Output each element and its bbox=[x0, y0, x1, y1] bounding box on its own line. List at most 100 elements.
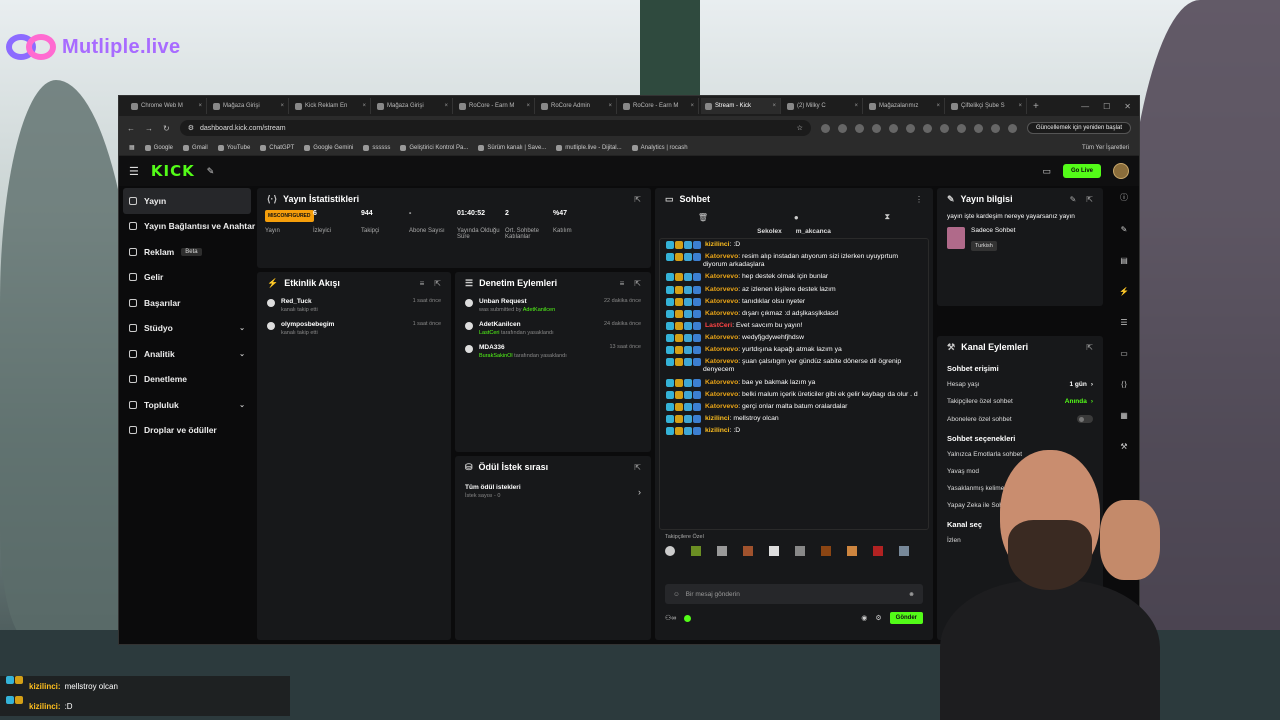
emote-icon[interactable] bbox=[691, 546, 701, 556]
extension-icon[interactable] bbox=[990, 123, 1000, 133]
bookmark-item[interactable]: ssssss bbox=[363, 144, 390, 151]
chat-username[interactable]: kizilinci bbox=[705, 415, 730, 422]
chat-username[interactable]: Katorvevo bbox=[705, 253, 738, 260]
extension-icon[interactable] bbox=[905, 123, 915, 133]
chevron-down-icon[interactable]: ⌄ bbox=[239, 324, 245, 332]
chat-username[interactable]: Katorvevo bbox=[705, 346, 738, 353]
chat-username[interactable]: Katorvevo bbox=[705, 358, 738, 365]
new-tab-button[interactable]: + bbox=[1033, 101, 1039, 112]
chat-settings-bubble-icon[interactable]: ◉ bbox=[861, 614, 867, 622]
sidebar-item[interactable]: Stüdyo ⌄ bbox=[123, 316, 251, 342]
users-icon[interactable]: ⚇∞ bbox=[665, 614, 676, 622]
sidebar-item[interactable]: Yayın bbox=[123, 188, 251, 214]
popout-icon[interactable]: ⇱ bbox=[1086, 343, 1093, 352]
tab-close-icon[interactable]: × bbox=[444, 103, 448, 109]
gear-icon[interactable]: ⚙ bbox=[875, 614, 881, 622]
more-icon[interactable]: ⋮ bbox=[915, 195, 923, 204]
pinned-user[interactable]: m_akcanca bbox=[796, 228, 831, 235]
list-icon[interactable]: ☰ bbox=[1120, 318, 1127, 327]
info-icon[interactable]: ⓘ bbox=[1120, 192, 1128, 203]
emote-icon[interactable] bbox=[795, 546, 805, 556]
browser-tab[interactable]: Kick Reklam En × bbox=[291, 98, 371, 114]
extension-icon[interactable] bbox=[888, 123, 898, 133]
bookmark-item[interactable]: Google bbox=[144, 144, 173, 151]
extension-icon[interactable] bbox=[956, 123, 966, 133]
avatar[interactable] bbox=[1113, 163, 1129, 179]
browser-tab[interactable]: Çiftelikçi Şube S × bbox=[947, 98, 1027, 114]
filter-icon[interactable]: ≡ bbox=[620, 279, 625, 288]
moderation-target[interactable]: AdetKanilcen bbox=[479, 321, 554, 328]
edit-icon[interactable]: ✎ bbox=[1070, 195, 1077, 204]
sidebar-item[interactable]: Yayın Bağlantısı ve Anahtar bbox=[123, 214, 255, 240]
browser-tab[interactable]: Mağazalarımız × bbox=[865, 98, 945, 114]
moderation-by[interactable]: AdetKanilcen bbox=[523, 307, 555, 313]
extension-icon[interactable] bbox=[922, 123, 932, 133]
bookmark-item[interactable]: Geliştirici Kontrol Pa... bbox=[400, 144, 468, 151]
bookmark-item[interactable]: ChatGPT bbox=[260, 144, 294, 151]
tab-close-icon[interactable]: × bbox=[608, 103, 612, 109]
tab-close-icon[interactable]: × bbox=[936, 103, 940, 109]
layout-icon[interactable]: ▤ bbox=[1120, 256, 1128, 265]
moderation-target[interactable]: MDA336 bbox=[479, 344, 567, 351]
bookmark-item[interactable]: Gmail bbox=[183, 144, 208, 151]
maximize-icon[interactable]: ☐ bbox=[1103, 102, 1110, 111]
setting-row[interactable]: Abonelere özel sohbet bbox=[937, 410, 1103, 428]
chat-username[interactable]: Katorvevo bbox=[705, 391, 738, 398]
kick-logo[interactable]: KICK bbox=[151, 162, 195, 180]
emote-icon[interactable] bbox=[769, 546, 779, 556]
activity-user[interactable]: Red_Tuck bbox=[281, 298, 318, 305]
tab-close-icon[interactable]: × bbox=[526, 103, 530, 109]
bookmark-item[interactable]: mutliple.live - Dijital... bbox=[556, 144, 622, 151]
browser-tab[interactable]: Mağaza Girişi × bbox=[373, 98, 453, 114]
sidebar-item[interactable]: Reklam Beta bbox=[123, 239, 251, 265]
chat-username[interactable]: Katorvevo bbox=[705, 310, 738, 317]
extension-icon[interactable] bbox=[1007, 123, 1017, 133]
bookmark-item[interactable]: YouTube bbox=[217, 144, 250, 151]
tab-close-icon[interactable]: × bbox=[198, 103, 202, 109]
chat-bubble-icon[interactable]: ● bbox=[794, 213, 799, 222]
emote-icon[interactable] bbox=[665, 546, 675, 556]
bookmark-item[interactable]: Sürüm kanalı | Save... bbox=[478, 144, 546, 151]
emote-icon[interactable] bbox=[717, 546, 727, 556]
chat-username[interactable]: LastCeri bbox=[705, 322, 732, 329]
reward-all-row[interactable]: Tüm ödül istekleri İstek sayısı - 0 › bbox=[455, 478, 651, 505]
chevron-down-icon[interactable]: ⌄ bbox=[239, 350, 245, 358]
apps-icon[interactable]: ▦ bbox=[129, 144, 135, 151]
browser-tab[interactable]: RoCore - Earn M × bbox=[619, 98, 699, 114]
chat-username[interactable]: Katorvevo bbox=[705, 286, 738, 293]
chevron-down-icon[interactable]: ⌄ bbox=[239, 401, 245, 409]
extension-icon[interactable] bbox=[820, 123, 830, 133]
emoji-icon[interactable]: ☺ bbox=[673, 591, 680, 598]
menu-icon[interactable]: ☰ bbox=[129, 165, 139, 178]
chat-username[interactable]: Katorvevo bbox=[705, 334, 738, 341]
browser-tab[interactable]: Chrome Web M × bbox=[127, 98, 207, 114]
moderation-by[interactable]: LastCeri bbox=[479, 330, 499, 336]
minimize-icon[interactable]: — bbox=[1081, 102, 1089, 111]
bookmark-item[interactable]: Google Gemini bbox=[304, 144, 353, 151]
code-icon[interactable]: ⟨⟩ bbox=[1121, 380, 1127, 389]
all-bookmarks[interactable]: Tüm Yer İşaretleri bbox=[1082, 145, 1129, 151]
chat-username[interactable]: kizilinci bbox=[705, 241, 730, 248]
tab-close-icon[interactable]: × bbox=[854, 103, 858, 109]
site-info-icon[interactable]: ⚙ bbox=[188, 124, 194, 132]
sidebar-item[interactable]: Denetleme bbox=[123, 367, 251, 393]
tab-close-icon[interactable]: × bbox=[772, 103, 776, 109]
chat-icon[interactable]: ▭ bbox=[1120, 349, 1128, 358]
popout-icon[interactable]: ⇱ bbox=[434, 279, 441, 288]
browser-tab[interactable]: Mağaza Girişi × bbox=[209, 98, 289, 114]
emote-icon[interactable] bbox=[873, 546, 883, 556]
popout-icon[interactable]: ⇱ bbox=[634, 195, 641, 204]
sidebar-item[interactable]: Başarılar bbox=[123, 290, 251, 316]
popout-icon[interactable]: ⇱ bbox=[634, 463, 641, 472]
chat-username[interactable]: kizilinci bbox=[705, 427, 730, 434]
wrench-icon[interactable]: ✎ bbox=[207, 166, 215, 177]
filter-icon[interactable]: ≡ bbox=[420, 279, 425, 288]
popout-icon[interactable]: ⇱ bbox=[634, 279, 641, 288]
setting-row[interactable]: Takipçilere özel sohbet Anında › bbox=[937, 393, 1103, 410]
emote-icon[interactable] bbox=[847, 546, 857, 556]
setting-row[interactable]: Hesap yaşı 1 gün › bbox=[937, 376, 1103, 393]
toggle-switch[interactable] bbox=[1077, 415, 1093, 423]
emote-icon[interactable] bbox=[743, 546, 753, 556]
tab-close-icon[interactable]: × bbox=[280, 103, 284, 109]
extension-icon[interactable] bbox=[939, 123, 949, 133]
